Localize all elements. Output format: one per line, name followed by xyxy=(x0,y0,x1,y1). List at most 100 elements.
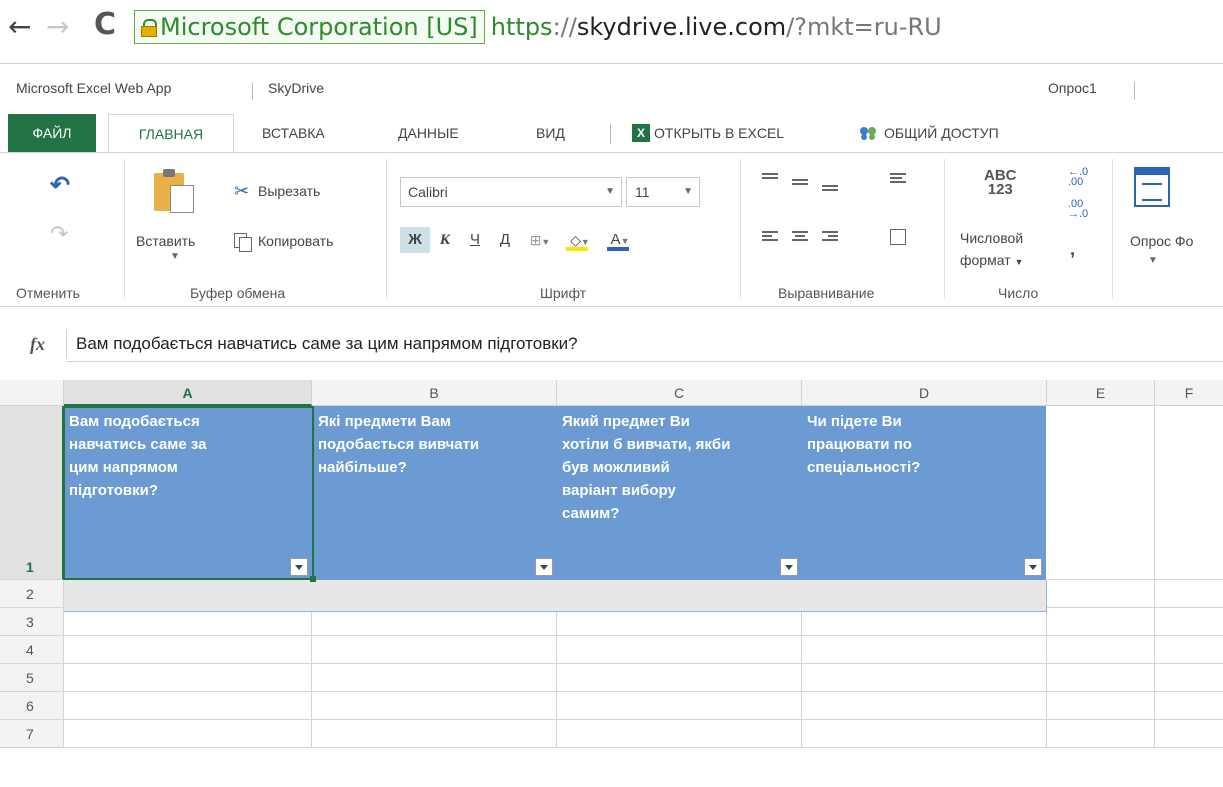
grid-cell[interactable] xyxy=(1155,580,1223,608)
table-header-cell[interactable]: Вам подобається навчатись саме за цим на… xyxy=(64,406,312,580)
fill-color-icon[interactable]: ◇ ▼ xyxy=(560,227,600,253)
grid-cell[interactable] xyxy=(557,692,802,720)
tab-file[interactable]: ФАЙЛ xyxy=(8,114,96,152)
align-left-icon[interactable] xyxy=(762,231,778,245)
number-format-button[interactable]: Числовой формат ▼ xyxy=(960,227,1023,273)
grid-cell[interactable] xyxy=(312,692,557,720)
borders-icon[interactable]: ⊞ ▼ xyxy=(520,227,560,253)
chevron-down-icon[interactable]: ▼ xyxy=(1148,255,1158,266)
column-header-b[interactable]: B xyxy=(312,380,557,406)
grid-cell[interactable] xyxy=(1047,720,1155,748)
grid-cell[interactable] xyxy=(64,636,312,664)
table-header-cell[interactable]: Чи підете Ви працювати по спеціальності? xyxy=(802,406,1046,580)
grid-cell[interactable] xyxy=(1155,720,1223,748)
increase-decimal-icon[interactable]: ←.0.00 xyxy=(1068,167,1088,188)
function-icon[interactable]: fx xyxy=(30,334,45,355)
merge-center-icon[interactable] xyxy=(890,229,906,245)
ev-certificate-badge[interactable]: Microsoft Corporation [US] xyxy=(134,10,485,44)
column-header-a[interactable]: A xyxy=(64,380,312,406)
grid-cell[interactable] xyxy=(802,664,1047,692)
align-bottom-icon[interactable] xyxy=(822,185,838,199)
bold-button[interactable]: Ж xyxy=(400,227,430,253)
tab-data[interactable]: ДАННЫЕ xyxy=(398,114,459,152)
underline-button[interactable]: Ч xyxy=(460,227,490,253)
document-title[interactable]: Опрос1 xyxy=(1048,80,1097,96)
comma-style-icon[interactable]: , xyxy=(1070,239,1075,260)
align-center-icon[interactable] xyxy=(792,231,808,245)
grid-cell[interactable] xyxy=(1155,406,1223,580)
column-header-c[interactable]: C xyxy=(557,380,802,406)
grid-cell[interactable] xyxy=(1047,664,1155,692)
tab-home[interactable]: ГЛАВНАЯ xyxy=(108,114,234,153)
grid-cell[interactable] xyxy=(1155,692,1223,720)
filter-dropdown-icon[interactable] xyxy=(290,558,308,576)
grid-cell[interactable] xyxy=(557,612,802,636)
column-header-f[interactable]: F xyxy=(1155,380,1223,406)
row-header-7[interactable]: 7 xyxy=(0,720,64,748)
column-header-e[interactable]: E xyxy=(1047,380,1155,406)
table-header-cell[interactable]: Які предмети Вам подобається вивчати най… xyxy=(313,406,557,580)
grid-cell[interactable] xyxy=(1047,580,1155,608)
filter-dropdown-icon[interactable] xyxy=(1024,558,1042,576)
survey-button-label[interactable]: Опрос Фо xyxy=(1130,233,1193,249)
reload-icon[interactable]: C xyxy=(94,10,116,40)
grid-cell[interactable] xyxy=(312,664,557,692)
row-header-4[interactable]: 4 xyxy=(0,636,64,664)
paste-icon[interactable] xyxy=(154,167,198,213)
row-header-3[interactable]: 3 xyxy=(0,608,64,636)
redo-icon[interactable]: ↷ xyxy=(50,223,72,245)
row-header-2[interactable]: 2 xyxy=(0,580,64,608)
scissors-icon[interactable]: ✂ xyxy=(234,181,254,201)
grid-cell[interactable] xyxy=(64,692,312,720)
grid-cell[interactable] xyxy=(1047,636,1155,664)
wrap-text-icon[interactable] xyxy=(890,173,906,187)
grid-cell[interactable] xyxy=(802,636,1047,664)
table-row[interactable] xyxy=(64,580,1046,612)
paste-button-label[interactable]: Вставить xyxy=(136,233,195,249)
grid-cell[interactable] xyxy=(557,636,802,664)
grid-cell[interactable] xyxy=(1047,406,1155,580)
formula-input[interactable]: Вам подобається навчатись саме за цим на… xyxy=(76,334,578,354)
skydrive-link[interactable]: SkyDrive xyxy=(268,80,324,96)
back-arrow-icon[interactable]: ← xyxy=(8,12,31,42)
grid-cell[interactable] xyxy=(557,664,802,692)
grid-cell[interactable] xyxy=(312,720,557,748)
copy-icon[interactable] xyxy=(234,233,252,252)
align-right-icon[interactable] xyxy=(822,231,838,245)
row-header-1[interactable]: 1 xyxy=(0,406,64,580)
tab-view[interactable]: ВИД xyxy=(536,114,565,152)
number-format-icon[interactable]: ABC 123 xyxy=(984,168,1017,197)
grid-cell[interactable] xyxy=(1047,608,1155,636)
grid-cell[interactable] xyxy=(1155,636,1223,664)
tab-insert[interactable]: ВСТАВКА xyxy=(262,114,325,152)
grid-cell[interactable] xyxy=(802,692,1047,720)
grid-cell[interactable] xyxy=(312,636,557,664)
grid-cell[interactable] xyxy=(1047,692,1155,720)
grid-cell[interactable] xyxy=(64,664,312,692)
select-all-corner[interactable] xyxy=(0,380,64,406)
grid-cell[interactable] xyxy=(1155,608,1223,636)
font-name-select[interactable]: Calibri ▼ xyxy=(400,177,622,207)
align-middle-icon[interactable] xyxy=(792,179,808,193)
align-top-icon[interactable] xyxy=(762,173,778,187)
grid-cell[interactable] xyxy=(312,612,557,636)
cut-button[interactable]: Вырезать xyxy=(258,183,320,199)
table-header-cell[interactable]: Який предмет Ви хотіли б вивчати, якби б… xyxy=(557,406,802,580)
chevron-down-icon[interactable]: ▼ xyxy=(170,251,180,262)
address-bar[interactable]: Microsoft Corporation [US] https://skydr… xyxy=(134,10,942,44)
grid-cell[interactable] xyxy=(1155,664,1223,692)
forward-arrow-icon[interactable]: → xyxy=(46,12,69,42)
grid-cell[interactable] xyxy=(64,612,312,636)
decrease-decimal-icon[interactable]: .00 →.0 xyxy=(1068,199,1088,220)
filter-dropdown-icon[interactable] xyxy=(535,558,553,576)
grid-cell[interactable] xyxy=(64,720,312,748)
double-underline-button[interactable]: Д xyxy=(490,227,520,253)
open-in-excel-button[interactable]: X ОТКРЫТЬ В EXCEL xyxy=(632,114,784,152)
row-header-5[interactable]: 5 xyxy=(0,664,64,692)
font-color-icon[interactable]: А ▼ xyxy=(600,227,640,253)
copy-button[interactable]: Копировать xyxy=(258,233,333,249)
font-size-select[interactable]: 11 ▼ xyxy=(626,177,700,207)
share-button[interactable]: ОБЩИЙ ДОСТУП xyxy=(858,114,999,152)
undo-icon[interactable]: ↶ xyxy=(50,174,72,198)
grid-cell[interactable] xyxy=(802,720,1047,748)
